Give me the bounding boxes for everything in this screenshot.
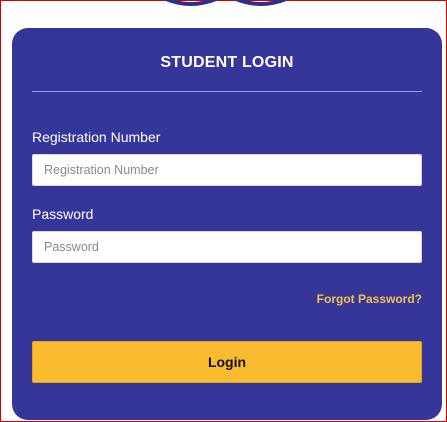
password-label: Password	[32, 206, 94, 222]
password-input[interactable]	[32, 231, 422, 263]
title-divider	[32, 91, 422, 92]
page-title: STUDENT LOGIN	[160, 54, 294, 71]
registration-number-input[interactable]	[32, 154, 422, 186]
registration-number-label: Registration Number	[32, 129, 161, 145]
logo-arc-icon	[164, 0, 288, 6]
login-card: STUDENT LOGIN Registration Number Passwo…	[12, 28, 442, 420]
forgot-password-row: Forgot Password?	[32, 290, 422, 308]
login-button[interactable]: Login	[32, 341, 422, 383]
forgot-password-link[interactable]: Forgot Password?	[317, 292, 422, 306]
